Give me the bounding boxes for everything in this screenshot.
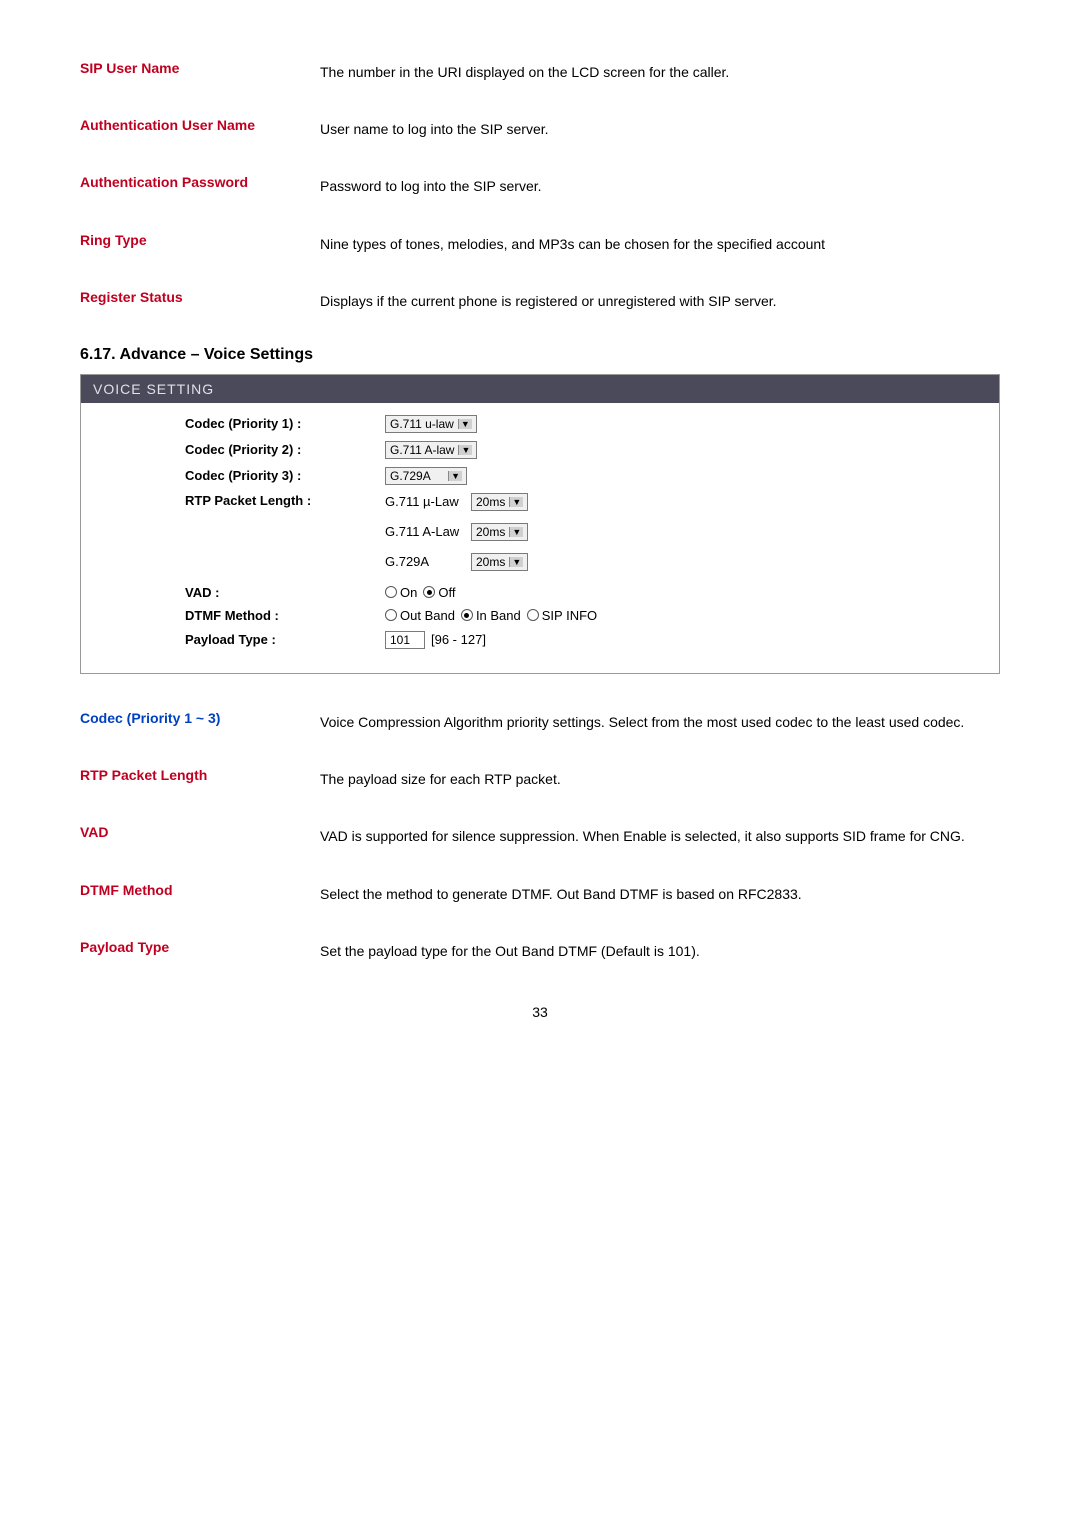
voice-setting-panel: VOICE SETTING Codec (Priority 1) : G.711… [80,374,1000,674]
desc-vad: VAD is supported for silence suppression… [320,824,965,849]
rtp-alaw-select[interactable]: 20ms ▼ [471,523,528,541]
vad-row: VAD : On Off [105,585,975,600]
desc-auth-user-name: User name to log into the SIP server. [320,117,549,142]
chevron-down-icon: ▼ [509,557,523,567]
dtmf-outband-radio[interactable]: Out Band [385,608,455,623]
label-auth-password: Authentication Password [80,174,320,190]
chevron-down-icon: ▼ [509,497,523,507]
label-dtmf-method: DTMF Method [80,882,320,898]
payload-range-text: [96 - 127] [431,632,486,647]
chevron-down-icon: ▼ [458,419,472,429]
label-payload-type: Payload Type [80,939,320,955]
codec-priority-2-select[interactable]: G.711 A-law ▼ [385,441,477,459]
codec-priority-3-row: Codec (Priority 3) : G.729A ▼ [105,467,975,485]
radio-icon [527,609,539,621]
vad-on-radio[interactable]: On [385,585,417,600]
dtmf-inband-label: In Band [476,608,521,623]
vad-off-label: Off [438,585,455,600]
desc-dtmf-method: Select the method to generate DTMF. Out … [320,882,802,907]
label-codec-priority: Codec (Priority 1 ~ 3) [80,710,320,726]
page-number: 33 [80,1004,1000,1020]
row-dtmf-method: DTMF Method Select the method to generat… [80,882,1000,907]
rtp-packet-length-label: RTP Packet Length : [105,493,385,508]
codec-priority-1-select[interactable]: G.711 u-law ▼ [385,415,477,433]
section-heading: 6.17. Advance – Voice Settings [80,346,1000,364]
radio-icon [461,609,473,621]
rtp-729a-label: G.729A [385,554,465,569]
voice-setting-header: VOICE SETTING [81,375,999,403]
label-vad: VAD [80,824,320,840]
rtp-729a-value: 20ms [476,555,505,569]
row-codec-priority: Codec (Priority 1 ~ 3) Voice Compression… [80,710,1000,735]
desc-sip-user-name: The number in the URI displayed on the L… [320,60,729,85]
chevron-down-icon: ▼ [458,445,472,455]
chevron-down-icon: ▼ [448,471,462,481]
row-ring-type: Ring Type Nine types of tones, melodies,… [80,232,1000,257]
chevron-down-icon: ▼ [509,527,523,537]
row-payload-type: Payload Type Set the payload type for th… [80,939,1000,964]
desc-ring-type: Nine types of tones, melodies, and MP3s … [320,232,825,257]
vad-off-radio[interactable]: Off [423,585,455,600]
rtp-alaw-label: G.711 A-Law [385,524,465,539]
radio-icon [423,586,435,598]
codec-priority-3-label: Codec (Priority 3) : [105,468,385,483]
codec-priority-2-label: Codec (Priority 2) : [105,442,385,457]
vad-label: VAD : [105,585,385,600]
rtp-ulaw-value: 20ms [476,495,505,509]
dtmf-sipinfo-label: SIP INFO [542,608,597,623]
radio-icon [385,586,397,598]
row-vad: VAD VAD is supported for silence suppres… [80,824,1000,849]
label-rtp-packet-length: RTP Packet Length [80,767,320,783]
payload-type-row: Payload Type : [96 - 127] [105,631,975,649]
row-rtp-packet-length: RTP Packet Length The payload size for e… [80,767,1000,792]
dtmf-outband-label: Out Band [400,608,455,623]
row-auth-user-name: Authentication User Name User name to lo… [80,117,1000,142]
row-auth-password: Authentication Password Password to log … [80,174,1000,199]
payload-type-input[interactable] [385,631,425,649]
row-sip-user-name: SIP User Name The number in the URI disp… [80,60,1000,85]
rtp-729a-row: G.729A 20ms ▼ [385,553,528,571]
desc-payload-type: Set the payload type for the Out Band DT… [320,939,700,964]
voice-setting-body: Codec (Priority 1) : G.711 u-law ▼ Codec… [81,403,999,673]
codec-priority-2-value: G.711 A-law [390,443,454,457]
rtp-packet-length-row: RTP Packet Length : G.711 µ-Law 20ms ▼ G… [105,493,975,577]
rtp-ulaw-row: G.711 µ-Law 20ms ▼ [385,493,528,511]
codec-priority-1-label: Codec (Priority 1) : [105,416,385,431]
label-auth-user-name: Authentication User Name [80,117,320,133]
radio-icon [385,609,397,621]
label-ring-type: Ring Type [80,232,320,248]
dtmf-sipinfo-radio[interactable]: SIP INFO [527,608,597,623]
row-register-status: Register Status Displays if the current … [80,289,1000,314]
desc-register-status: Displays if the current phone is registe… [320,289,777,314]
vad-radio-group: On Off [385,585,455,600]
rtp-ulaw-select[interactable]: 20ms ▼ [471,493,528,511]
label-register-status: Register Status [80,289,320,305]
codec-priority-3-select[interactable]: G.729A ▼ [385,467,467,485]
dtmf-radio-group: Out Band In Band SIP INFO [385,608,597,623]
desc-codec-priority: Voice Compression Algorithm priority set… [320,710,964,735]
codec-priority-1-value: G.711 u-law [390,417,454,431]
rtp-alaw-row: G.711 A-Law 20ms ▼ [385,523,528,541]
rtp-alaw-value: 20ms [476,525,505,539]
rtp-729a-select[interactable]: 20ms ▼ [471,553,528,571]
desc-auth-password: Password to log into the SIP server. [320,174,542,199]
vad-on-label: On [400,585,417,600]
dtmf-method-label: DTMF Method : [105,608,385,623]
dtmf-method-row: DTMF Method : Out Band In Band SIP INFO [105,608,975,623]
dtmf-inband-radio[interactable]: In Band [461,608,521,623]
codec-priority-2-row: Codec (Priority 2) : G.711 A-law ▼ [105,441,975,459]
rtp-ulaw-label: G.711 µ-Law [385,494,465,509]
codec-priority-3-value: G.729A [390,469,431,483]
label-sip-user-name: SIP User Name [80,60,320,76]
payload-type-label: Payload Type : [105,632,385,647]
codec-priority-1-row: Codec (Priority 1) : G.711 u-law ▼ [105,415,975,433]
desc-rtp-packet-length: The payload size for each RTP packet. [320,767,561,792]
